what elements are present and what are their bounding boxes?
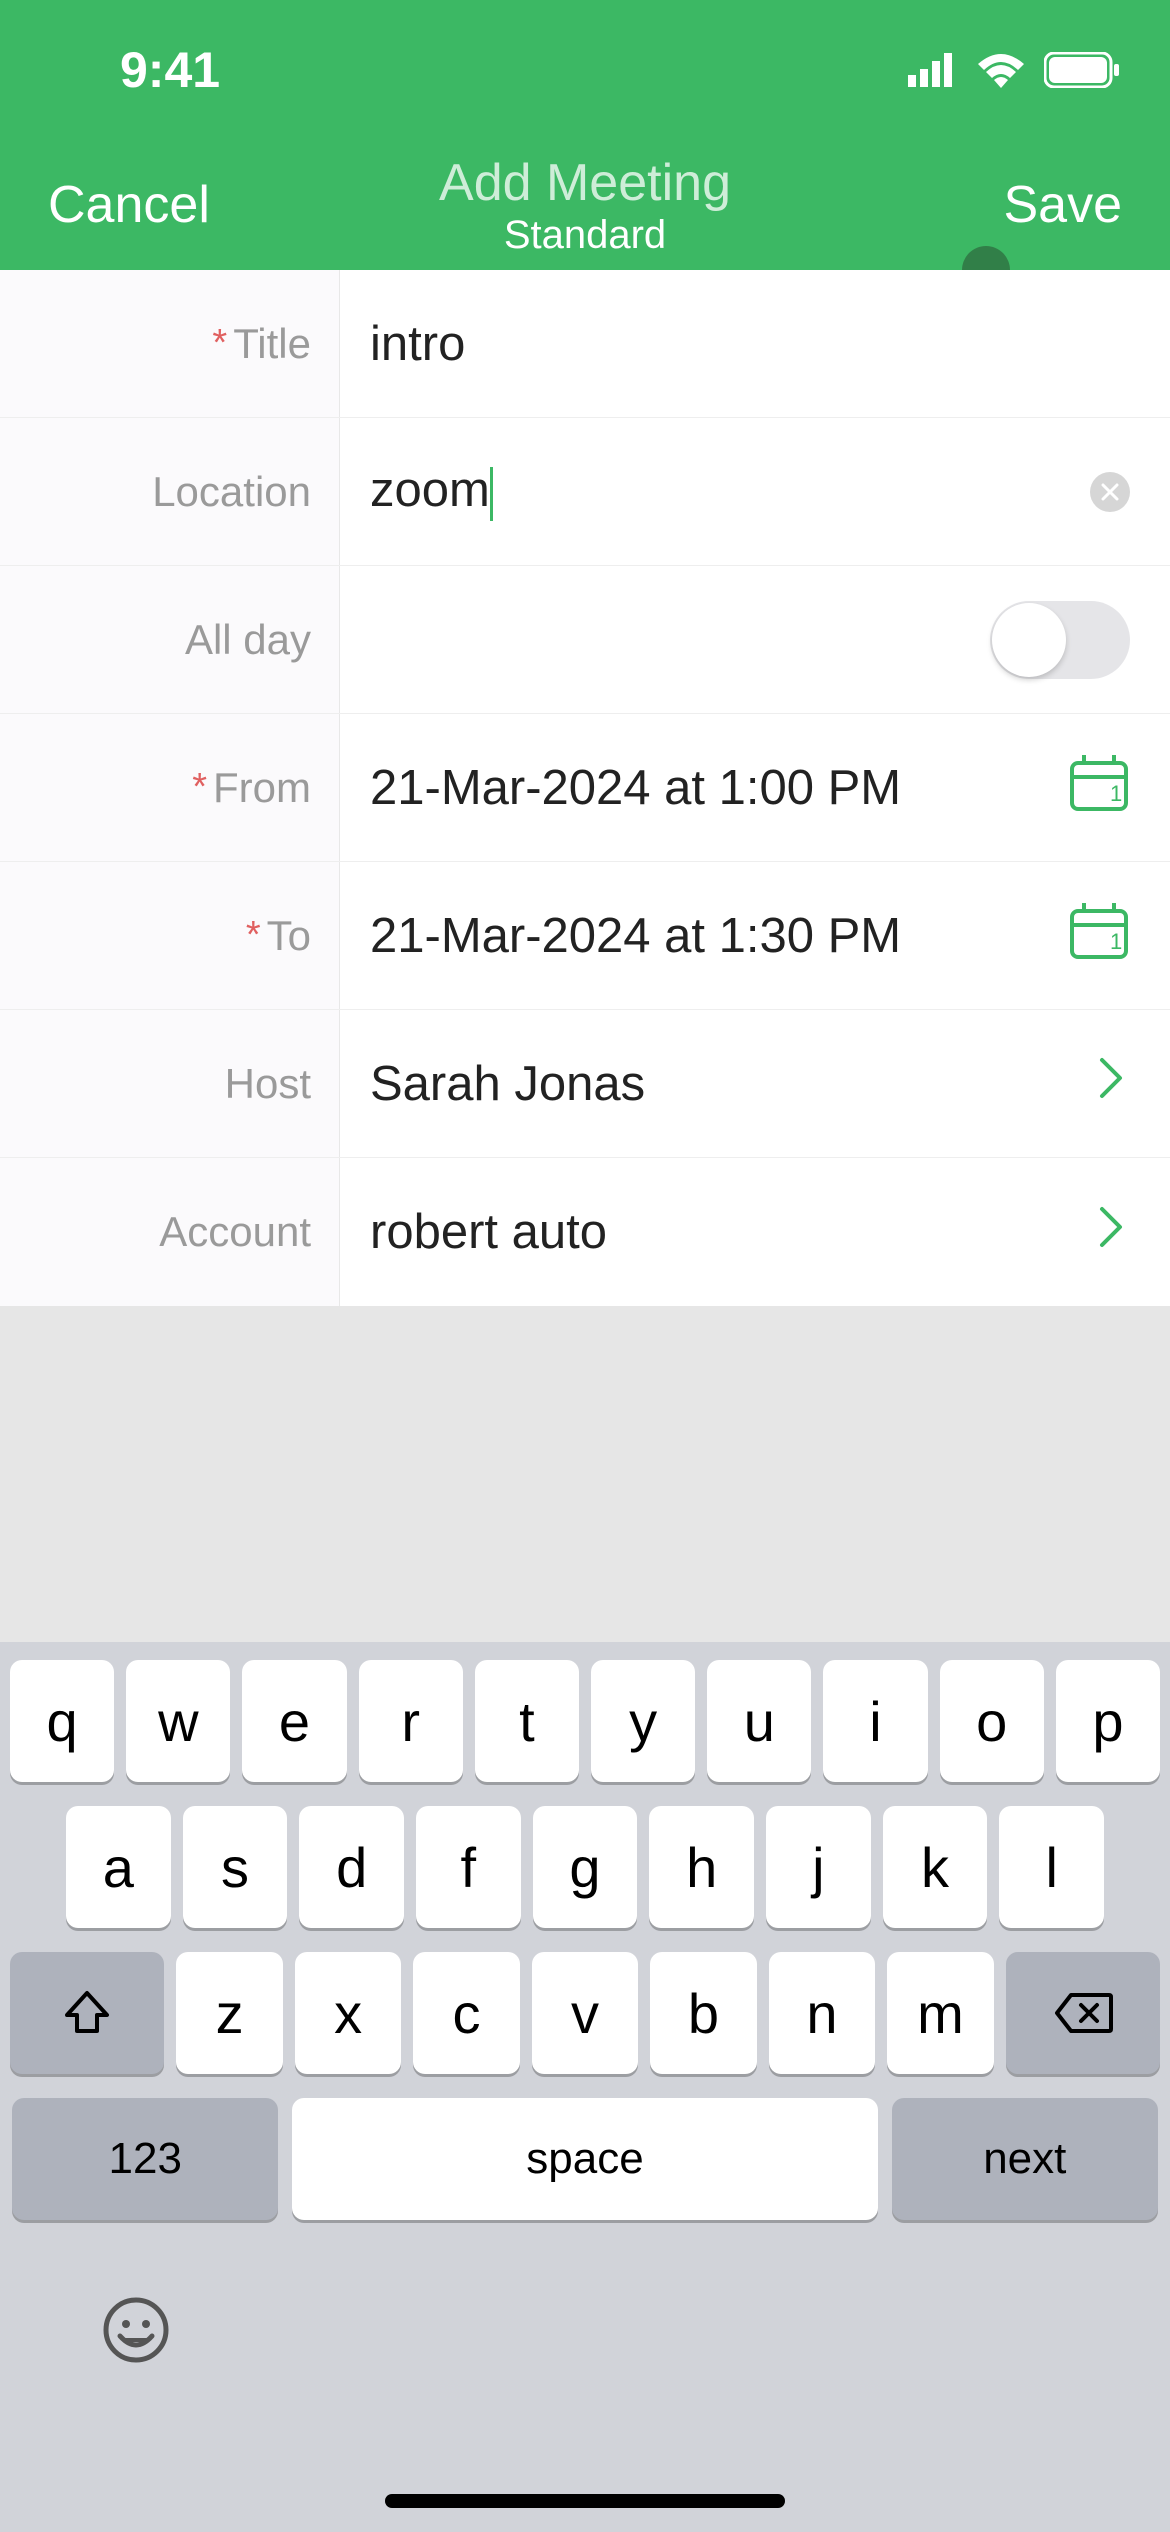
- account-value[interactable]: robert auto: [370, 1204, 607, 1260]
- cellular-icon: [908, 53, 958, 87]
- nav-title-group: Add Meeting Standard: [439, 153, 731, 258]
- key-q[interactable]: q: [10, 1660, 114, 1782]
- key-a[interactable]: a: [66, 1806, 171, 1928]
- account-chevron[interactable]: [1098, 1205, 1126, 1260]
- calendar-icon: 1: [1068, 751, 1130, 813]
- key-t[interactable]: t: [475, 1660, 579, 1782]
- keyboard-bottom-row: [10, 2244, 1160, 2382]
- title-input[interactable]: [370, 316, 1010, 372]
- backspace-icon: [1053, 1991, 1113, 2035]
- svg-text:1: 1: [1110, 929, 1122, 954]
- page-subtitle: Standard: [439, 213, 731, 258]
- key-s[interactable]: s: [183, 1806, 288, 1928]
- key-next[interactable]: next: [892, 2098, 1158, 2220]
- key-l[interactable]: l: [999, 1806, 1104, 1928]
- chevron-right-icon: [1098, 1205, 1126, 1249]
- location-input[interactable]: zoom: [370, 462, 493, 520]
- keyboard-row-4: 123 space next: [10, 2098, 1160, 2220]
- label-account: Account: [0, 1158, 340, 1306]
- key-u[interactable]: u: [707, 1660, 811, 1782]
- key-h[interactable]: h: [649, 1806, 754, 1928]
- emoji-button[interactable]: [100, 2294, 172, 2382]
- key-j[interactable]: j: [766, 1806, 871, 1928]
- key-g[interactable]: g: [533, 1806, 638, 1928]
- row-from: *From 21-Mar-2024 at 1:00 PM 1: [0, 714, 1170, 862]
- label-all-day: All day: [0, 566, 340, 713]
- shift-icon: [61, 1987, 113, 2039]
- key-r[interactable]: r: [359, 1660, 463, 1782]
- key-z[interactable]: z: [176, 1952, 282, 2074]
- text-cursor: [490, 467, 493, 521]
- key-m[interactable]: m: [887, 1952, 993, 2074]
- keyboard-row-3: z x c v b n m: [10, 1952, 1160, 2074]
- key-shift[interactable]: [10, 1952, 164, 2074]
- key-e[interactable]: e: [242, 1660, 346, 1782]
- key-b[interactable]: b: [650, 1952, 756, 2074]
- all-day-toggle[interactable]: [990, 601, 1130, 679]
- label-to: *To: [0, 862, 340, 1009]
- chevron-right-icon: [1098, 1056, 1126, 1100]
- home-indicator[interactable]: [385, 2494, 785, 2508]
- label-title: *Title: [0, 270, 340, 417]
- from-value[interactable]: 21-Mar-2024 at 1:00 PM: [370, 760, 901, 816]
- row-all-day: All day: [0, 566, 1170, 714]
- key-v[interactable]: v: [532, 1952, 638, 2074]
- row-title: *Title: [0, 270, 1170, 418]
- key-n[interactable]: n: [769, 1952, 875, 2074]
- clear-location-button[interactable]: [1090, 472, 1130, 512]
- calendar-from-button[interactable]: 1: [1068, 751, 1130, 825]
- row-to: *To 21-Mar-2024 at 1:30 PM 1: [0, 862, 1170, 1010]
- key-x[interactable]: x: [295, 1952, 401, 2074]
- row-host: Host Sarah Jonas: [0, 1010, 1170, 1158]
- status-indicators: [908, 52, 1120, 88]
- svg-text:1: 1: [1110, 781, 1122, 806]
- to-value[interactable]: 21-Mar-2024 at 1:30 PM: [370, 908, 901, 964]
- key-p[interactable]: p: [1056, 1660, 1160, 1782]
- row-account: Account robert auto: [0, 1158, 1170, 1306]
- keyboard-row-1: q w e r t y u i o p: [10, 1660, 1160, 1782]
- keyboard: q w e r t y u i o p a s d f g h j k l z …: [0, 1642, 1170, 2532]
- meeting-form: *Title Location zoom All day *From 21-Ma…: [0, 270, 1170, 1286]
- key-w[interactable]: w: [126, 1660, 230, 1782]
- form-background: [0, 1286, 1170, 1642]
- page-title: Add Meeting: [439, 153, 731, 213]
- label-host: Host: [0, 1010, 340, 1157]
- key-y[interactable]: y: [591, 1660, 695, 1782]
- calendar-to-button[interactable]: 1: [1068, 899, 1130, 973]
- keyboard-row-2: a s d f g h j k l: [10, 1806, 1160, 1928]
- key-c[interactable]: c: [413, 1952, 519, 2074]
- key-backspace[interactable]: [1006, 1952, 1160, 2074]
- calendar-icon: 1: [1068, 899, 1130, 961]
- key-123[interactable]: 123: [12, 2098, 278, 2220]
- key-d[interactable]: d: [299, 1806, 404, 1928]
- row-location: Location zoom: [0, 418, 1170, 566]
- label-location: Location: [0, 418, 340, 565]
- cancel-button[interactable]: Cancel: [48, 175, 210, 235]
- close-icon: [1101, 483, 1119, 501]
- emoji-icon: [100, 2294, 172, 2366]
- battery-icon: [1044, 52, 1120, 88]
- key-k[interactable]: k: [883, 1806, 988, 1928]
- status-bar: 9:41: [0, 0, 1170, 140]
- key-i[interactable]: i: [823, 1660, 927, 1782]
- key-o[interactable]: o: [940, 1660, 1044, 1782]
- save-button[interactable]: Save: [1003, 175, 1122, 235]
- wifi-icon: [976, 52, 1026, 88]
- toggle-knob: [992, 603, 1066, 677]
- status-time: 9:41: [120, 41, 220, 99]
- host-chevron[interactable]: [1098, 1056, 1126, 1111]
- nav-bar: Cancel Add Meeting Standard Save: [0, 140, 1170, 270]
- key-f[interactable]: f: [416, 1806, 521, 1928]
- host-value[interactable]: Sarah Jonas: [370, 1056, 645, 1112]
- label-from: *From: [0, 714, 340, 861]
- key-space[interactable]: space: [292, 2098, 877, 2220]
